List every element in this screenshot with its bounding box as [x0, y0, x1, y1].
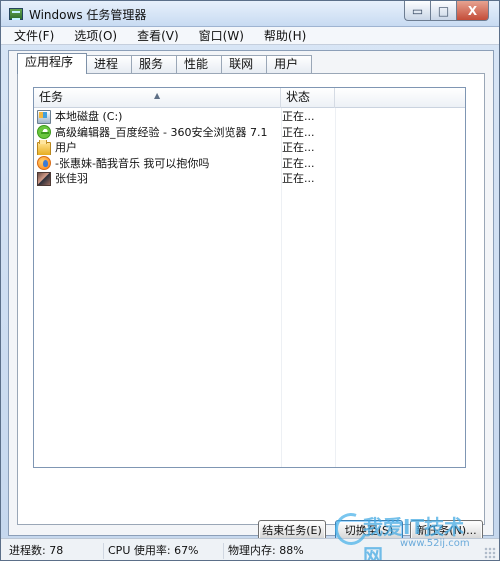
maximize-button[interactable]: □	[430, 1, 456, 21]
task-cell: -张惠妹-酷我音乐 我可以抱你吗	[37, 156, 277, 171]
tab-performance[interactable]: 性能	[176, 55, 223, 73]
task-name: 高级编辑器_百度经验 - 360安全浏览器 7.1	[55, 125, 268, 139]
task-cell: 高级编辑器_百度经验 - 360安全浏览器 7.1	[37, 125, 277, 140]
task-status: 正在...	[282, 172, 315, 185]
menu-view[interactable]: 查看(V)	[124, 27, 186, 44]
resize-grip-icon[interactable]	[484, 547, 496, 559]
folder-icon	[37, 140, 51, 155]
task-cell: 用户	[37, 140, 277, 155]
table-row[interactable]: 张佳羽 正在...	[34, 171, 465, 187]
sort-up-icon: ▲	[154, 91, 161, 100]
task-cell: 张佳羽	[37, 171, 277, 186]
close-icon: X	[467, 3, 478, 18]
cpu-usage: CPU 使用率: 67%	[103, 543, 219, 559]
applications-list[interactable]: 任务 ▲ 状态 本地磁盘 (C:) 正在... 高级编辑器_百度经验 - 360…	[33, 87, 466, 468]
window-controls: ▭ □ X	[404, 1, 489, 21]
physical-memory: 物理内存: 88%	[223, 543, 347, 559]
applications-pane: 任务 ▲ 状态 本地磁盘 (C:) 正在... 高级编辑器_百度经验 - 360…	[17, 73, 485, 541]
tab-applications[interactable]: 应用程序	[17, 53, 88, 74]
process-count: 进程数: 78	[9, 544, 64, 557]
table-row[interactable]: 本地磁盘 (C:) 正在...	[34, 109, 465, 125]
photo-icon	[37, 171, 51, 186]
menu-window[interactable]: 窗口(W)	[186, 27, 251, 44]
status-header-label: 状态	[286, 90, 311, 104]
list-header: 任务 ▲ 状态	[34, 88, 465, 108]
status-column-header[interactable]: 状态	[281, 88, 335, 108]
task-status: 正在...	[282, 156, 315, 170]
task-status: 正在...	[282, 141, 315, 154]
task-name: 张佳羽	[55, 172, 88, 185]
task-status: 正在...	[282, 125, 315, 139]
tab-content-area: 应用程序 进程 服务 性能 联网 用户 任务 ▲ 状态 本地磁盘 (C:) 正在…	[8, 50, 494, 541]
maximize-icon: □	[437, 3, 450, 18]
table-row[interactable]: -张惠妹-酷我音乐 我可以抱你吗 正在...	[34, 156, 465, 172]
task-status: 正在...	[282, 110, 315, 123]
task-cell: 本地磁盘 (C:)	[37, 109, 277, 124]
watermark-url: www.52ij.com	[400, 538, 470, 549]
table-row[interactable]: 高级编辑器_百度经验 - 360安全浏览器 7.1 正在...	[34, 125, 465, 141]
menu-file[interactable]: 文件(F)	[1, 27, 61, 44]
tab-services[interactable]: 服务	[131, 55, 178, 73]
table-row[interactable]: 用户 正在...	[34, 140, 465, 156]
minimize-icon: ▭	[411, 3, 424, 18]
task-manager-window: Windows 任务管理器 ▭ □ X 文件(F) 选项(O) 查看(V) 窗口…	[0, 0, 500, 561]
task-name: 用户	[55, 141, 77, 154]
task-name: 本地磁盘 (C:)	[55, 110, 123, 123]
task-column-header[interactable]: 任务 ▲	[34, 88, 281, 108]
minimize-button[interactable]: ▭	[404, 1, 430, 21]
tab-processes[interactable]: 进程	[86, 55, 133, 73]
task-manager-icon	[9, 8, 23, 20]
window-title: Windows 任务管理器	[29, 8, 147, 22]
menu-bar: 文件(F) 选项(O) 查看(V) 窗口(W) 帮助(H)	[1, 27, 499, 45]
task-header-label: 任务	[39, 90, 64, 104]
menu-help[interactable]: 帮助(H)	[251, 27, 313, 44]
task-manager-tabs: 应用程序 进程 服务 性能 联网 用户	[17, 53, 313, 74]
close-button[interactable]: X	[456, 1, 489, 21]
tab-users[interactable]: 用户	[266, 55, 313, 73]
tab-networking[interactable]: 联网	[221, 55, 268, 73]
task-name: -张惠妹-酷我音乐 我可以抱你吗	[55, 156, 210, 170]
status-bar: 进程数: 78 CPU 使用率: 67% 物理内存: 88% 我爱IT技术网 w…	[1, 507, 499, 560]
music-icon	[37, 156, 51, 170]
title-bar[interactable]: Windows 任务管理器 ▭ □ X	[1, 1, 499, 27]
browser-icon	[37, 125, 51, 139]
application-rows: 本地磁盘 (C:) 正在... 高级编辑器_百度经验 - 360安全浏览器 7.…	[34, 109, 465, 187]
menu-options[interactable]: 选项(O)	[61, 27, 124, 44]
drive-icon	[37, 109, 51, 124]
